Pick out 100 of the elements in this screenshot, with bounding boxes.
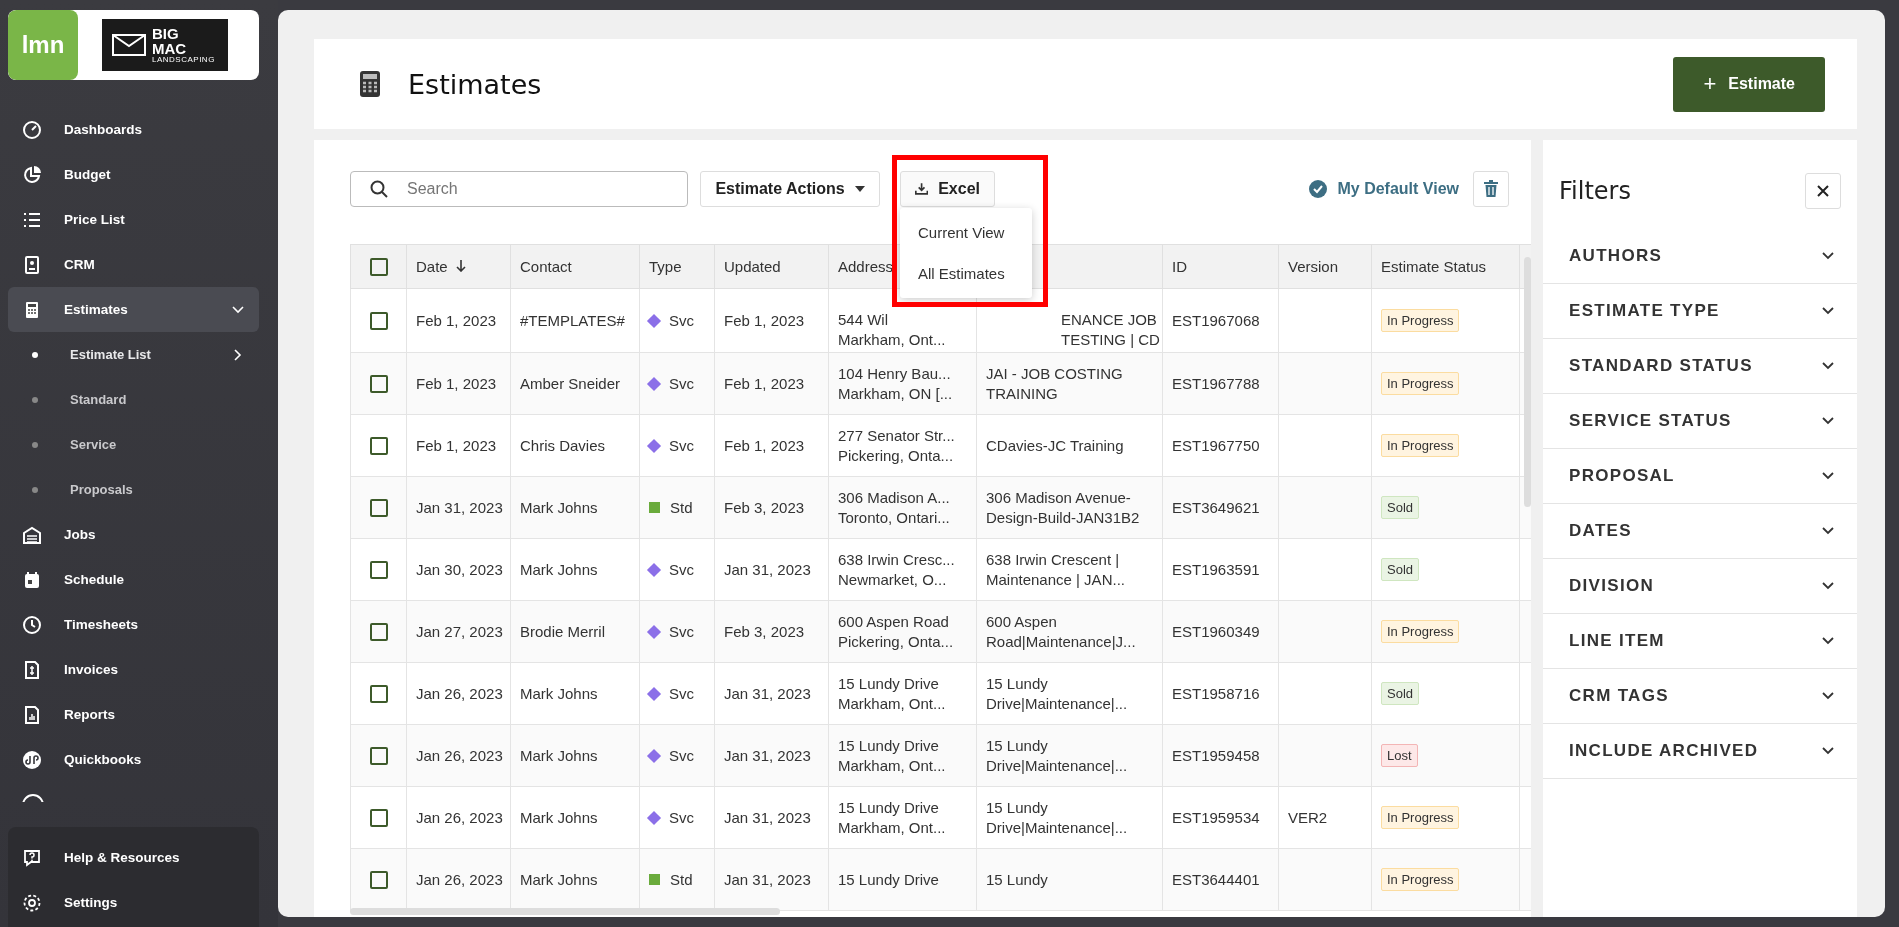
table-cell: 15 Lundy Drive Markham, Ont... [828, 724, 977, 787]
table-cell: Svc [669, 747, 694, 764]
filter-section[interactable]: ESTIMATE TYPE [1543, 284, 1857, 339]
nav-item[interactable]: Estimates [8, 287, 259, 332]
table-cell: 600 Aspen Road Pickering, Onta... [828, 600, 977, 663]
horizontal-scrollbar[interactable] [350, 908, 780, 915]
nav-subitem[interactable]: Proposals [8, 467, 259, 512]
table-cell: Std [670, 499, 693, 516]
filter-section[interactable]: PROPOSAL [1543, 449, 1857, 504]
filter-section[interactable]: AUTHORS [1543, 229, 1857, 284]
nav-item[interactable]: Invoices [8, 647, 259, 692]
nav-subitem[interactable]: Standard [8, 377, 259, 422]
nav-item[interactable]: Jobs [8, 512, 259, 557]
row-checkbox[interactable] [369, 437, 388, 455]
table-cell: 306 Madison A... Toronto, Ontari... [828, 476, 977, 539]
table-cell: Chris Davies [510, 414, 640, 477]
estimate-actions-dropdown[interactable]: Estimate Actions [700, 171, 880, 207]
table-cell: EST1967788 [1162, 352, 1279, 415]
logo-text: LANDSCAPING [152, 56, 216, 64]
nav-icon [22, 524, 42, 545]
nav-item[interactable]: Schedule [8, 557, 259, 602]
table-cell: Jan 27, 2023 [406, 600, 511, 663]
status-badge: Sold [1381, 682, 1420, 705]
menu-item[interactable]: Current View [900, 212, 1032, 253]
table-cell: Jan 31, 2023 [714, 662, 829, 725]
table-cell: EST3649621 [1162, 476, 1279, 539]
column-header[interactable]: Date [406, 244, 511, 289]
column-header[interactable]: Type [639, 244, 715, 289]
logo-text: MAC [152, 41, 187, 56]
new-estimate-button[interactable]: + Estimate [1673, 56, 1825, 112]
table-cell: Brodie Merril [510, 600, 640, 663]
column-header[interactable]: Contact [510, 244, 640, 289]
filter-section[interactable]: INCLUDE ARCHIVED [1543, 724, 1857, 779]
envelope-icon [112, 33, 146, 57]
row-checkbox[interactable] [369, 623, 388, 641]
row-checkbox[interactable] [369, 499, 388, 517]
filter-section[interactable]: STANDARD STATUS [1543, 339, 1857, 394]
nav-subitem[interactable]: Service [8, 422, 259, 467]
filter-section[interactable]: DATES [1543, 504, 1857, 559]
vertical-scrollbar[interactable] [1524, 257, 1531, 507]
table-cell: 638 Irwin Cresc... Newmarket, O... [828, 538, 977, 601]
table-cell: EST1967068 [1162, 288, 1279, 353]
column-header[interactable]: ID [1162, 244, 1279, 289]
nav-item[interactable]: Price List [8, 197, 259, 242]
nav-item[interactable]: Help & Resources [8, 835, 259, 880]
table-cell: Jan 31, 2023 [406, 476, 511, 539]
column-header[interactable]: Estimate Status [1371, 244, 1520, 289]
filter-section[interactable]: CRM TAGS [1543, 669, 1857, 724]
table-cell: Feb 1, 2023 [714, 414, 829, 477]
nav-icon [22, 614, 42, 635]
status-badge: In Progress [1381, 868, 1460, 891]
select-all-checkbox[interactable] [369, 258, 388, 276]
row-checkbox[interactable] [369, 375, 388, 393]
nav-item[interactable]: Budget [8, 152, 259, 197]
table-cell: 15 Lundy Drive Markham, Ont... [828, 662, 977, 725]
nav-item[interactable]: Dashboards [8, 107, 259, 152]
filter-section[interactable]: DIVISION [1543, 559, 1857, 614]
nav-icon [22, 749, 42, 770]
table-cell: Feb 3, 2023 [714, 476, 829, 539]
nav-item[interactable]: Reports [8, 692, 259, 737]
table-cell: Jan 26, 2023 [406, 848, 511, 911]
row-checkbox[interactable] [369, 312, 388, 330]
table-cell: Jan 26, 2023 [406, 786, 511, 849]
table-cell: Svc [669, 312, 694, 329]
table-cell: EST1967750 [1162, 414, 1279, 477]
bullet-icon [32, 441, 38, 448]
table-cell: Mark Johns [510, 662, 640, 725]
table-cell: 638 Irwin Crescent | Maintenance | JAN... [976, 538, 1163, 601]
search-field[interactable]: Search [350, 171, 688, 207]
logo-text: BIG [152, 26, 179, 41]
excel-export-button[interactable]: Excel [900, 171, 995, 207]
table-cell: Mark Johns [510, 476, 640, 539]
table-cell: 306 Madison Avenue- Design-Build-JAN31B2 [976, 476, 1163, 539]
filter-section[interactable]: LINE ITEM [1543, 614, 1857, 669]
filter-section[interactable]: SERVICE STATUS [1543, 394, 1857, 449]
table-cell: Std [670, 871, 693, 888]
nav-item[interactable]: Timesheets [8, 602, 259, 647]
table-cell: Svc [669, 685, 694, 702]
nav-item[interactable]: Settings [8, 880, 259, 925]
nav-item[interactable]: Quickbooks [8, 737, 259, 782]
status-badge: In Progress [1381, 309, 1460, 332]
trash-icon [1483, 180, 1499, 198]
table-cell: Svc [669, 809, 694, 826]
table-cell: CDavies-JC Training [976, 414, 1163, 477]
row-checkbox[interactable] [369, 809, 388, 827]
delete-button[interactable] [1473, 171, 1509, 207]
nav-icon [22, 254, 42, 275]
row-checkbox[interactable] [369, 685, 388, 703]
nav-icon [22, 659, 42, 680]
table-cell: 15 Lundy Drive [828, 848, 977, 911]
column-header[interactable]: Updated [714, 244, 829, 289]
nav-item[interactable]: CRM [8, 242, 259, 287]
row-checkbox[interactable] [369, 747, 388, 765]
row-checkbox[interactable] [369, 561, 388, 579]
default-view-link[interactable]: My Default View [1309, 180, 1459, 198]
row-checkbox[interactable] [369, 871, 388, 889]
column-header[interactable]: Version [1278, 244, 1372, 289]
close-button[interactable] [1805, 173, 1841, 209]
table-cell: Mark Johns [510, 786, 640, 849]
nav-subitem[interactable]: Estimate List [8, 332, 259, 377]
